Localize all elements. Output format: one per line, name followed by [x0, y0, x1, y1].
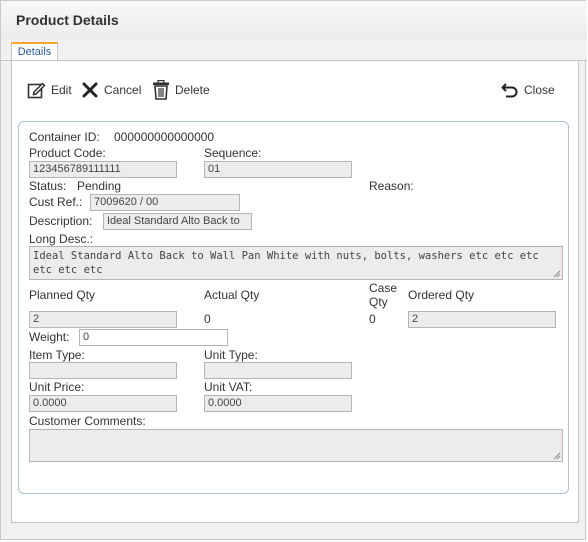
resize-grip-icon[interactable]	[553, 452, 561, 460]
reason-label: Reason:	[369, 179, 414, 193]
product-code-label: Product Code:	[29, 146, 106, 160]
container-id-value: 000000000000000	[114, 130, 215, 144]
cust-ref-field[interactable]: 7009620 / 00	[90, 194, 240, 211]
long-desc-textarea[interactable]: Ideal Standard Alto Back to Wall Pan Whi…	[29, 246, 563, 280]
item-type-label: Item Type:	[29, 348, 85, 362]
edit-button-label: Edit	[51, 83, 72, 97]
close-button[interactable]: Close	[501, 80, 555, 100]
status-label: Status:	[29, 179, 67, 193]
unit-price-field[interactable]: 0.0000	[29, 395, 177, 412]
actual-qty-label: Actual Qty	[204, 288, 260, 302]
unit-vat-field[interactable]: 0.0000	[204, 395, 352, 412]
delete-button[interactable]: Delete	[152, 80, 210, 100]
cust-ref-label: Cust Ref.:	[29, 195, 83, 209]
edit-button[interactable]: Edit	[27, 80, 72, 100]
cancel-button-label: Cancel	[104, 83, 142, 97]
close-button-label: Close	[524, 83, 555, 97]
unit-type-label: Unit Type:	[204, 348, 258, 362]
actual-qty-value: 0	[204, 312, 211, 326]
sequence-label: Sequence:	[204, 146, 262, 160]
close-icon	[501, 82, 519, 98]
dialog-title: Product Details	[16, 12, 119, 28]
weight-field[interactable]: 0	[79, 329, 228, 346]
product-code-field[interactable]: 123456789111111	[29, 161, 177, 178]
cancel-icon	[82, 82, 98, 98]
planned-qty-field[interactable]: 2	[29, 311, 177, 328]
case-qty-label-line2: Qty	[369, 295, 388, 309]
case-qty-value: 0	[369, 312, 376, 326]
ordered-qty-field[interactable]: 2	[408, 311, 556, 328]
case-qty-label-line1: Case	[369, 281, 398, 295]
tab-strip: Details	[1, 39, 587, 61]
status-value: Pending	[77, 179, 122, 193]
resize-grip-icon[interactable]	[553, 270, 561, 278]
description-field[interactable]: Ideal Standard Alto Back to	[103, 213, 252, 230]
description-label: Description:	[29, 214, 93, 228]
long-desc-text: Ideal Standard Alto Back to Wall Pan Whi…	[33, 250, 539, 276]
delete-icon	[152, 80, 170, 100]
planned-qty-label: Planned Qty	[29, 288, 96, 302]
unit-vat-label: Unit VAT:	[204, 380, 253, 394]
unit-type-field[interactable]	[204, 362, 352, 379]
tab-details[interactable]: Details	[11, 42, 58, 61]
sequence-field[interactable]: 01	[204, 161, 352, 178]
weight-label: Weight:	[29, 330, 70, 344]
ordered-qty-label: Ordered Qty	[408, 288, 475, 302]
customer-comments-textarea[interactable]	[29, 429, 563, 462]
cancel-button[interactable]: Cancel	[82, 80, 141, 100]
container-id-label: Container ID:	[29, 130, 100, 144]
delete-button-label: Delete	[175, 83, 210, 97]
item-type-field[interactable]	[29, 362, 177, 379]
long-desc-label: Long Desc.:	[29, 232, 94, 246]
edit-icon	[27, 81, 46, 100]
unit-price-label: Unit Price:	[29, 380, 85, 394]
customer-comments-label: Customer Comments:	[29, 414, 146, 428]
dialog-titlebar: Product Details	[1, 1, 587, 39]
